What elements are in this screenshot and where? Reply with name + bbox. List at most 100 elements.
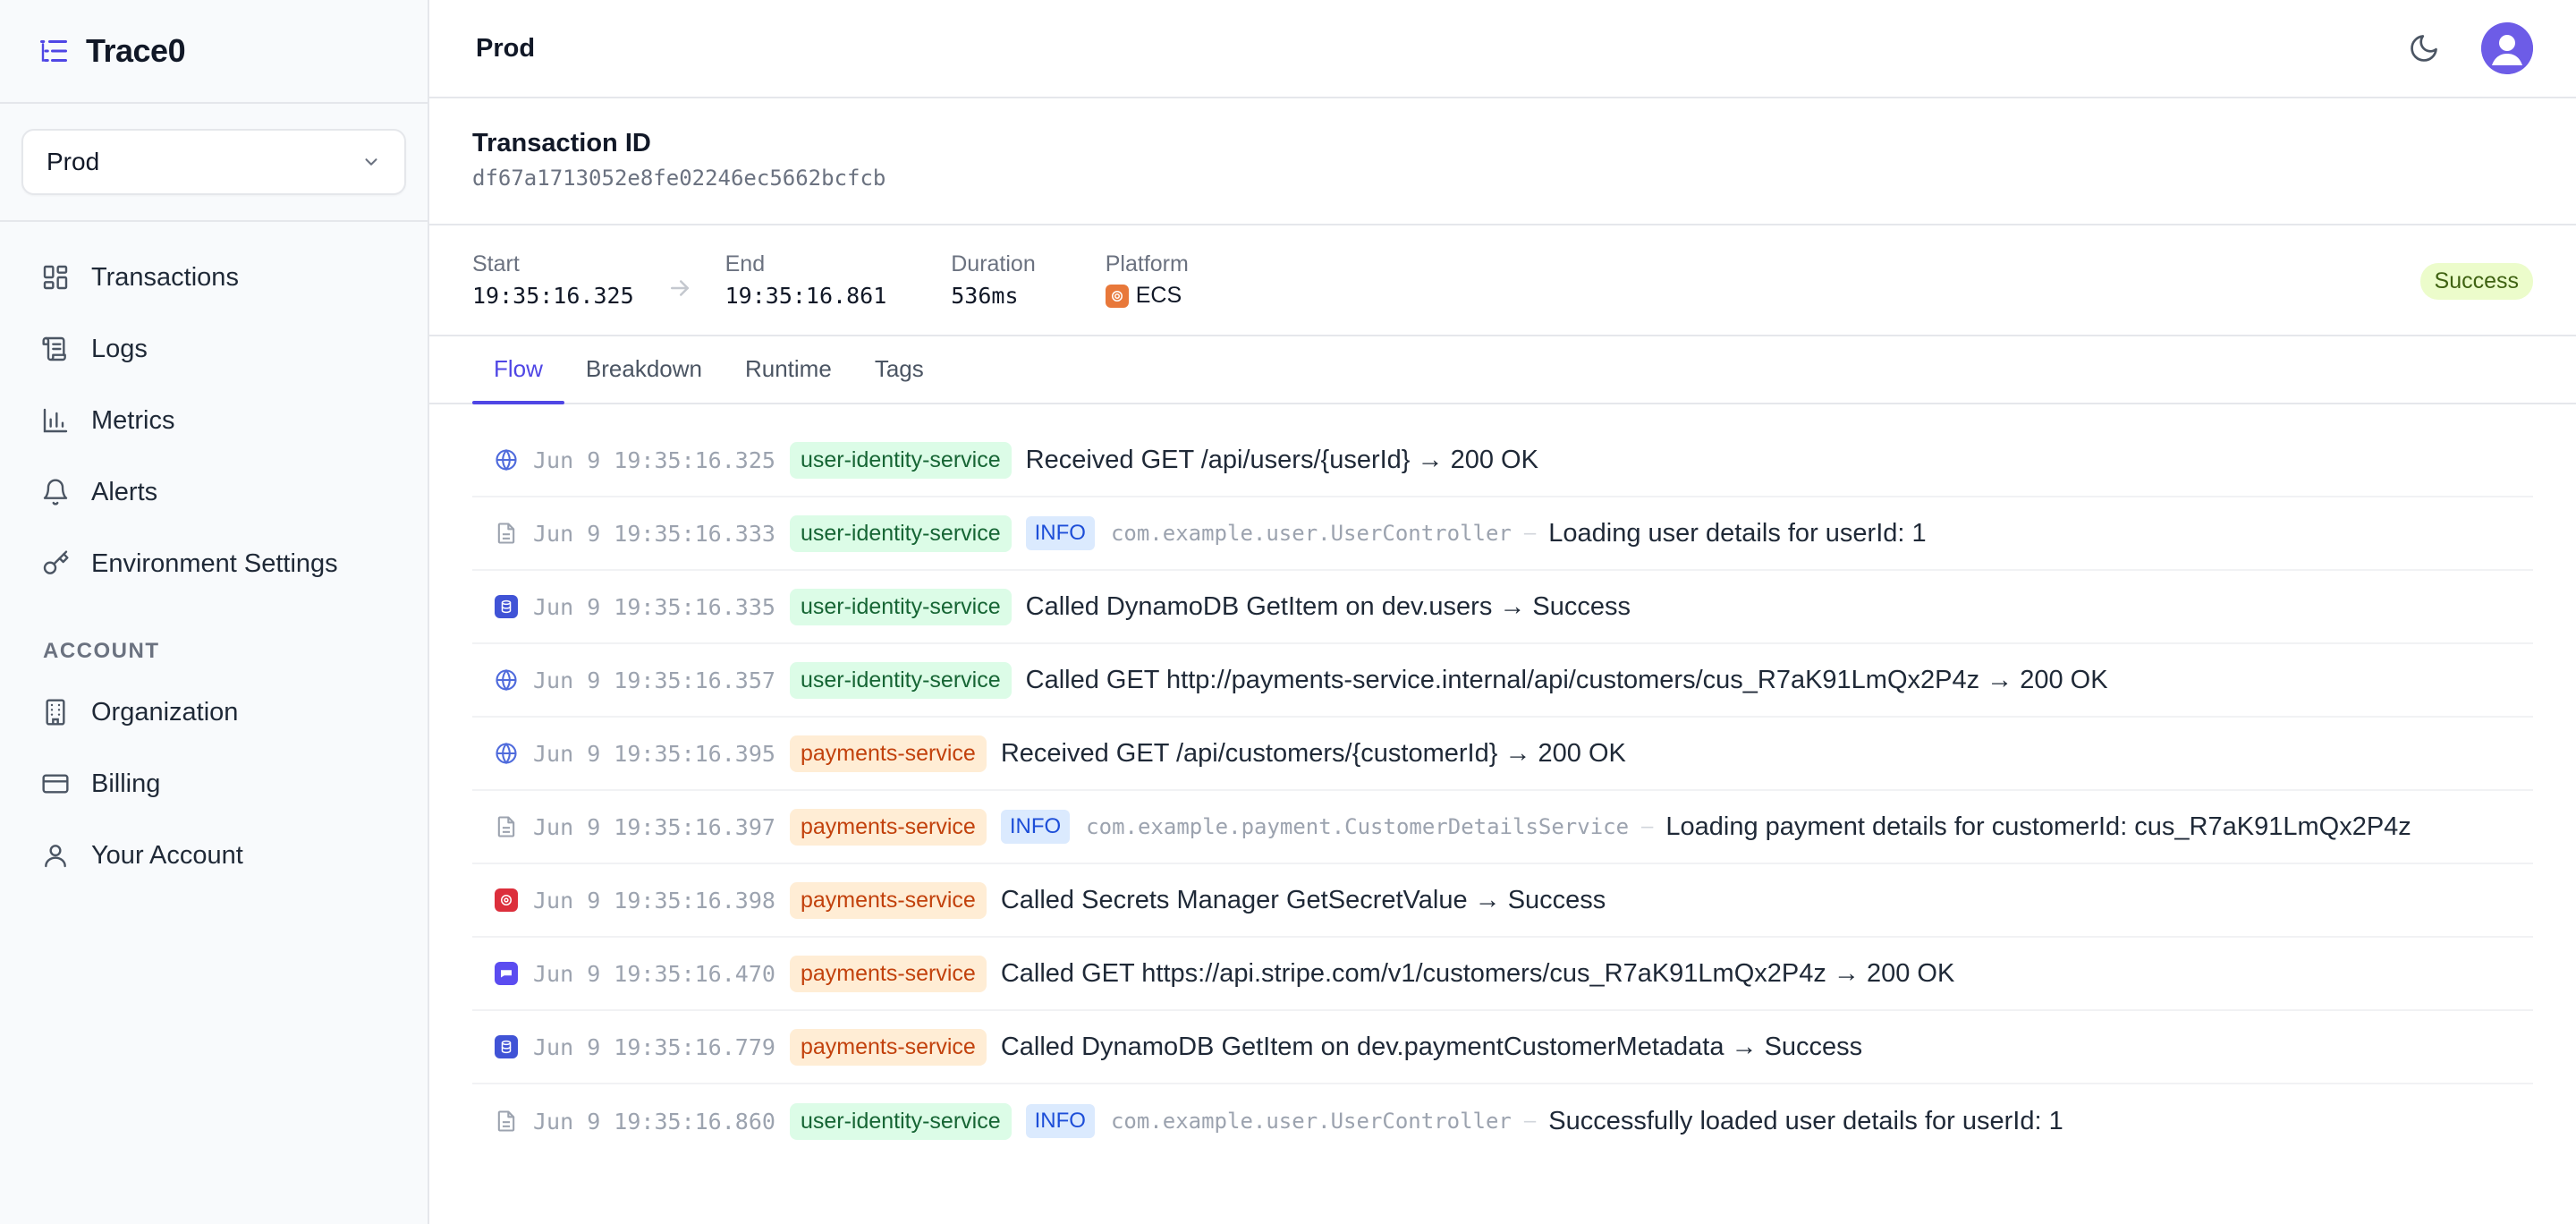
flow-row[interactable]: Jun 9 19:35:16.470 payments-service Call… [472, 938, 2533, 1011]
flow-timestamp: Jun 9 19:35:16.325 [533, 446, 775, 473]
chevron-down-icon [361, 152, 381, 172]
log-level-badge: INFO [1025, 516, 1095, 550]
platform-label: Platform [1105, 251, 1189, 276]
bell-icon [41, 478, 70, 506]
flow-message: Successfully loaded user details for use… [1548, 1106, 2063, 1135]
flow-row[interactable]: Jun 9 19:35:16.335 user-identity-service… [472, 571, 2533, 644]
sidebar-item-label: Metrics [91, 405, 175, 435]
flow-message: Received GET /api/customers/{customerId}… [1000, 738, 1626, 768]
top-bar: Prod [429, 0, 2576, 98]
flow-row[interactable]: Jun 9 19:35:16.860 user-identity-service… [472, 1084, 2533, 1158]
tab-bar: Flow Breakdown Runtime Tags [429, 336, 2576, 404]
arrow-right-icon [666, 275, 693, 302]
transaction-id-label: Transaction ID [472, 129, 651, 157]
platform-stat: Platform ECS [1105, 251, 1189, 309]
logger-name: com.example.user.UserController [1110, 1109, 1512, 1134]
grid-icon [41, 263, 70, 292]
service-badge: payments-service [789, 735, 987, 772]
service-badge: payments-service [789, 955, 987, 992]
moon-icon[interactable] [2408, 32, 2440, 64]
sidebar-item-billing[interactable]: Billing [21, 748, 406, 820]
bar-chart-icon [41, 406, 70, 435]
flow-row[interactable]: Jun 9 19:35:16.395 payments-service Rece… [472, 718, 2533, 791]
logger-name: com.example.user.UserController [1110, 521, 1512, 546]
flow-message: Called GET https://api.stripe.com/v1/cus… [1000, 958, 1955, 988]
sidebar-item-label: Logs [91, 334, 148, 363]
document-icon [494, 814, 519, 839]
transaction-id-value: df67a1713052e8fe02246ec5662bcfcb [472, 166, 886, 191]
sidebar-item-label: Environment Settings [91, 548, 338, 578]
flow-timestamp: Jun 9 19:35:16.357 [533, 667, 775, 693]
start-label: Start [472, 251, 520, 276]
flow-list: Jun 9 19:35:16.325 user-identity-service… [429, 404, 2576, 1158]
end-value: 19:35:16.861 [724, 283, 887, 309]
tab-tags[interactable]: Tags [853, 355, 945, 403]
sidebar-item-label: Organization [91, 697, 239, 727]
flow-row[interactable]: Jun 9 19:35:16.325 user-identity-service… [472, 424, 2533, 497]
scroll-icon [41, 335, 70, 363]
service-badge: payments-service [789, 808, 987, 846]
sidebar-item-organization[interactable]: Organization [21, 676, 406, 748]
service-badge: user-identity-service [789, 588, 1012, 625]
flow-row[interactable]: Jun 9 19:35:16.333 user-identity-service… [472, 497, 2533, 571]
flow-timestamp: Jun 9 19:35:16.395 [533, 740, 775, 767]
separator: – [1523, 521, 1537, 545]
flow-message: Received GET /api/users/{userId} → 200 O… [1025, 445, 1538, 474]
service-badge: user-identity-service [789, 1102, 1012, 1140]
brand[interactable]: Trace0 [0, 0, 428, 104]
key-icon [41, 549, 70, 578]
flow-message: Called Secrets Manager GetSecretValue → … [1000, 885, 1606, 914]
dynamodb-icon [494, 1034, 519, 1059]
user-icon [41, 841, 70, 870]
service-badge: payments-service [789, 881, 987, 919]
logger-name: com.example.payment.CustomerDetailsServi… [1086, 814, 1630, 839]
environment-select[interactable]: Prod [21, 129, 406, 195]
end-label: End [724, 251, 766, 276]
start-stat: Start 19:35:16.325 [472, 251, 634, 309]
service-badge: user-identity-service [789, 441, 1012, 479]
document-icon [494, 1109, 519, 1134]
breadcrumb: Prod [476, 33, 536, 63]
globe-icon [494, 447, 519, 472]
sidebar-item-transactions[interactable]: Transactions [21, 242, 406, 313]
account-section-heading: ACCOUNT [43, 639, 160, 663]
transaction-header: Transaction ID df67a1713052e8fe02246ec56… [429, 98, 2576, 225]
flow-row[interactable]: Jun 9 19:35:16.398 payments-service Call… [472, 864, 2533, 938]
service-badge: user-identity-service [789, 514, 1012, 552]
sidebar-item-alerts[interactable]: Alerts [21, 456, 406, 528]
sidebar-item-label: Billing [91, 769, 161, 798]
sidebar-item-environment-settings[interactable]: Environment Settings [21, 528, 406, 599]
flow-message: Called DynamoDB GetItem on dev.users → S… [1025, 591, 1631, 621]
sidebar-item-metrics[interactable]: Metrics [21, 385, 406, 456]
tab-flow[interactable]: Flow [472, 355, 564, 404]
log-level-badge: INFO [1000, 810, 1071, 844]
flow-row[interactable]: Jun 9 19:35:16.779 payments-service Call… [472, 1011, 2533, 1084]
flow-row[interactable]: Jun 9 19:35:16.397 payments-service INFO… [472, 791, 2533, 864]
globe-icon [494, 741, 519, 766]
tab-breakdown[interactable]: Breakdown [564, 355, 724, 403]
dynamodb-icon [494, 594, 519, 619]
tab-runtime[interactable]: Runtime [724, 355, 853, 403]
sidebar-item-label: Transactions [91, 262, 239, 292]
stripe-icon [494, 961, 519, 986]
duration-label: Duration [951, 251, 1036, 276]
sidebar-item-label: Your Account [91, 840, 243, 870]
service-badge: payments-service [789, 1028, 987, 1066]
service-badge: user-identity-service [789, 661, 1012, 699]
sidebar-item-your-account[interactable]: Your Account [21, 820, 406, 891]
flow-row[interactable]: Jun 9 19:35:16.357 user-identity-service… [472, 644, 2533, 718]
ecs-icon [1105, 284, 1129, 308]
flow-message: Loading user details for userId: 1 [1548, 518, 1927, 548]
flow-message: Called DynamoDB GetItem on dev.paymentCu… [1000, 1032, 1863, 1061]
avatar[interactable] [2481, 22, 2533, 74]
separator: – [1523, 1109, 1537, 1133]
status-badge: Success [2419, 263, 2533, 300]
flow-timestamp: Jun 9 19:35:16.470 [533, 960, 775, 987]
sidebar-item-logs[interactable]: Logs [21, 313, 406, 385]
sidebar: Trace0 Prod Transactions Logs Metrics Al… [0, 0, 429, 1224]
duration-value: 536ms [951, 283, 1019, 309]
main-content: Prod Transaction ID df67a1713052e8fe0224… [429, 0, 2576, 1224]
end-stat: End 19:35:16.861 [725, 251, 887, 309]
flow-timestamp: Jun 9 19:35:16.779 [533, 1033, 775, 1060]
platform-value: ECS [1135, 283, 1182, 308]
